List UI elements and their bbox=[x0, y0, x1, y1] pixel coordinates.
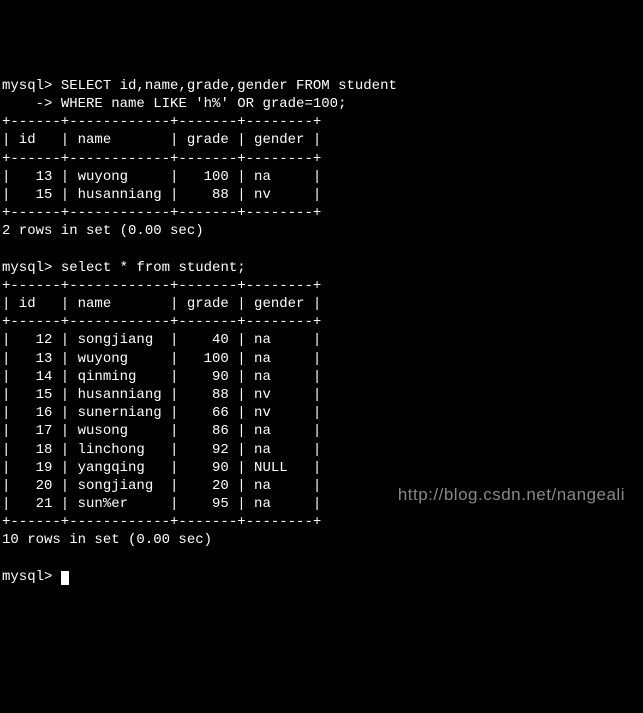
table-row: | 12 | songjiang | 40 | na | bbox=[2, 332, 321, 348]
query1-line1: SELECT id,name,grade,gender FROM student bbox=[52, 78, 396, 94]
table-row: | 21 | sun%er | 95 | na | bbox=[2, 496, 321, 512]
mysql-cont-prompt: -> bbox=[2, 96, 52, 112]
table-row: | 18 | linchong | 92 | na | bbox=[2, 442, 321, 458]
result-summary: 2 rows in set (0.00 sec) bbox=[2, 223, 204, 239]
table-row: | 20 | songjiang | 20 | na | bbox=[2, 478, 321, 494]
table-border: +------+------------+-------+--------+ bbox=[2, 514, 321, 530]
table-header: | id | name | grade | gender | bbox=[2, 132, 321, 148]
query1-line2: WHERE name LIKE 'h%' OR grade=100; bbox=[52, 96, 346, 112]
table-row: | 15 | husanniang | 88 | nv | bbox=[2, 187, 321, 203]
table-border: +------+------------+-------+--------+ bbox=[2, 314, 321, 330]
table-row: | 15 | husanniang | 88 | nv | bbox=[2, 387, 321, 403]
table-header: | id | name | grade | gender | bbox=[2, 296, 321, 312]
table-row: | 14 | qinming | 90 | na | bbox=[2, 369, 321, 385]
table-border: +------+------------+-------+--------+ bbox=[2, 114, 321, 130]
mysql-prompt: mysql> bbox=[2, 260, 52, 276]
mysql-prompt: mysql> bbox=[2, 78, 52, 94]
table-row: | 13 | wuyong | 100 | na | bbox=[2, 169, 321, 185]
table-border: +------+------------+-------+--------+ bbox=[2, 205, 321, 221]
table-row: | 16 | sunerniang | 66 | nv | bbox=[2, 405, 321, 421]
query2: select * from student; bbox=[52, 260, 245, 276]
mysql-prompt: mysql> bbox=[2, 569, 52, 585]
cursor-icon[interactable] bbox=[61, 571, 69, 585]
result-summary: 10 rows in set (0.00 sec) bbox=[2, 532, 212, 548]
watermark-text: http://blog.csdn.net/nangeali bbox=[398, 484, 625, 506]
terminal-output: mysql> SELECT id,name,grade,gender FROM … bbox=[2, 77, 641, 586]
table-row: | 17 | wusong | 86 | na | bbox=[2, 423, 321, 439]
table-border: +------+------------+-------+--------+ bbox=[2, 151, 321, 167]
table-row: | 19 | yangqing | 90 | NULL | bbox=[2, 460, 321, 476]
table-row: | 13 | wuyong | 100 | na | bbox=[2, 351, 321, 367]
table-border: +------+------------+-------+--------+ bbox=[2, 278, 321, 294]
